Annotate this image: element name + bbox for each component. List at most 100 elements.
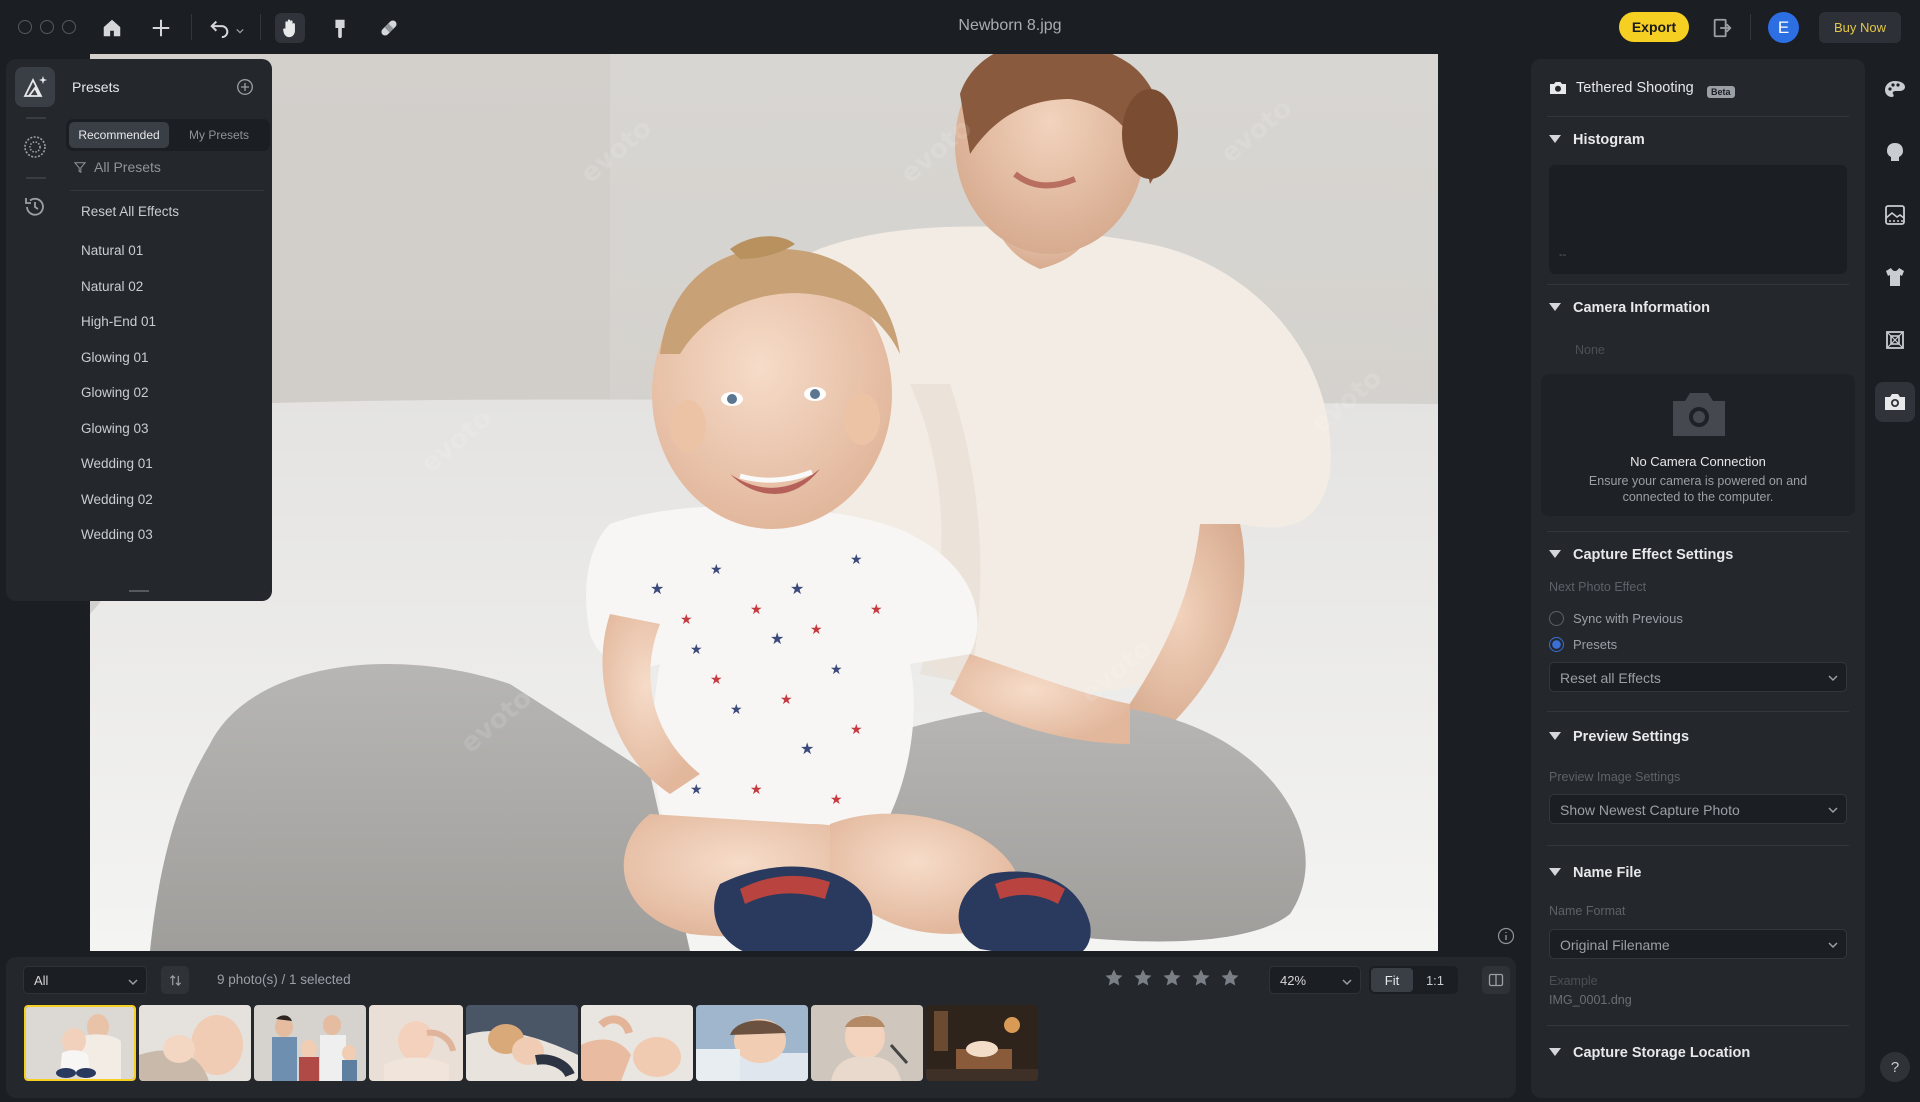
preset-item[interactable]: Natural 02 bbox=[81, 279, 143, 294]
preset-item[interactable]: Wedding 03 bbox=[81, 527, 153, 542]
star-icon[interactable] bbox=[1162, 968, 1182, 988]
preset-item[interactable]: Glowing 01 bbox=[81, 350, 149, 365]
preview-settings-title: Preview Settings bbox=[1573, 729, 1690, 745]
help-button[interactable]: ? bbox=[1880, 1052, 1910, 1082]
svg-text:★: ★ bbox=[830, 661, 843, 677]
triangle-down-icon bbox=[1549, 303, 1561, 311]
home-button[interactable] bbox=[97, 13, 127, 43]
main-photo[interactable]: ★ ★ ★ ★ ★ ★ ★ ★ ★ ★ ★ ★ ★ ★ ★ ★ ★ ★ ★ evoto evoto evoto e bbox=[90, 54, 1438, 951]
thumbnail[interactable] bbox=[696, 1005, 808, 1081]
svg-text:★: ★ bbox=[850, 551, 863, 567]
info-icon[interactable] bbox=[1497, 927, 1515, 945]
thumbnail-selected[interactable] bbox=[24, 1005, 136, 1081]
star-icon[interactable] bbox=[1220, 968, 1240, 988]
camera-info-value: None bbox=[1575, 343, 1605, 357]
svg-text:★: ★ bbox=[690, 781, 703, 797]
preview-image-label: Preview Image Settings bbox=[1549, 770, 1681, 784]
name-format-select[interactable]: Original Filename bbox=[1549, 929, 1847, 959]
panel-resize-handle[interactable] bbox=[129, 590, 149, 592]
presets-title: Presets bbox=[72, 79, 120, 95]
radio-presets[interactable] bbox=[1549, 637, 1564, 652]
svg-text:★: ★ bbox=[690, 641, 703, 657]
crop-tool-button[interactable] bbox=[1875, 320, 1915, 360]
thumbnail[interactable] bbox=[466, 1005, 578, 1081]
title-bar: Newborn 8.jpg Export E Buy Now bbox=[0, 0, 1920, 54]
close-window-button[interactable] bbox=[18, 20, 32, 34]
star-icon[interactable] bbox=[1133, 968, 1153, 988]
presets-tool-button[interactable] bbox=[15, 67, 55, 107]
window-title: Newborn 8.jpg bbox=[958, 17, 1062, 34]
preset-item[interactable]: Glowing 03 bbox=[81, 421, 149, 436]
svg-text:★: ★ bbox=[870, 601, 883, 617]
zoom-window-button[interactable] bbox=[62, 20, 76, 34]
photo-filter-select[interactable]: All bbox=[23, 966, 147, 994]
brush-tool-button[interactable] bbox=[325, 13, 355, 43]
sort-button[interactable] bbox=[161, 966, 189, 994]
tab-my-presets[interactable]: My Presets bbox=[171, 122, 267, 148]
zoom-select[interactable]: 42% bbox=[1269, 966, 1361, 994]
tethered-shooting-panel: Tethered Shooting Beta Histogram -- Came… bbox=[1531, 59, 1865, 1098]
preset-item[interactable]: Glowing 02 bbox=[81, 385, 149, 400]
preview-select[interactable]: Show Newest Capture Photo bbox=[1549, 794, 1847, 824]
export-to-button[interactable] bbox=[1707, 13, 1737, 43]
storage-location-header[interactable] bbox=[1549, 1048, 1561, 1056]
background-tool-button[interactable] bbox=[1875, 195, 1915, 235]
preview-select-value: Show Newest Capture Photo bbox=[1560, 802, 1740, 818]
histogram-header[interactable] bbox=[1549, 135, 1561, 143]
avatar[interactable]: E bbox=[1768, 12, 1799, 43]
camera-large-icon bbox=[1670, 389, 1728, 439]
thumbnail[interactable] bbox=[254, 1005, 366, 1081]
thumbnail[interactable] bbox=[369, 1005, 463, 1081]
color-tool-button[interactable] bbox=[1875, 70, 1915, 110]
add-button[interactable] bbox=[146, 13, 176, 43]
buy-now-button[interactable]: Buy Now bbox=[1819, 12, 1901, 43]
thumbnail[interactable] bbox=[811, 1005, 923, 1081]
add-preset-button[interactable] bbox=[236, 78, 254, 96]
thumbnail[interactable] bbox=[581, 1005, 693, 1081]
thumbnail[interactable] bbox=[926, 1005, 1038, 1081]
camera-info-header[interactable] bbox=[1549, 303, 1561, 311]
export-button[interactable]: Export bbox=[1619, 12, 1689, 42]
undo-button[interactable] bbox=[205, 13, 235, 43]
compare-view-button[interactable] bbox=[1482, 966, 1510, 994]
clothing-tool-button[interactable] bbox=[1875, 257, 1915, 297]
capture-effect-header[interactable] bbox=[1549, 550, 1561, 558]
preset-item[interactable]: Wedding 01 bbox=[81, 456, 153, 471]
preset-item[interactable]: Wedding 02 bbox=[81, 492, 153, 507]
one-to-one-button[interactable]: 1:1 bbox=[1415, 968, 1455, 992]
adjust-tool-button[interactable] bbox=[15, 127, 55, 167]
preset-item[interactable]: High-End 01 bbox=[81, 314, 156, 329]
minimize-window-button[interactable] bbox=[40, 20, 54, 34]
preset-filter[interactable]: All Presets bbox=[74, 159, 161, 175]
triangle-down-icon bbox=[1549, 868, 1561, 876]
fit-button[interactable]: Fit bbox=[1371, 968, 1413, 992]
hand-tool-button[interactable] bbox=[275, 13, 305, 43]
hand-icon bbox=[283, 19, 295, 38]
chevron-down-icon bbox=[1828, 675, 1838, 682]
svg-text:★: ★ bbox=[750, 781, 763, 797]
histogram: -- bbox=[1549, 165, 1847, 274]
filter-icon bbox=[74, 162, 86, 173]
thumbnail[interactable] bbox=[139, 1005, 251, 1081]
triangle-down-icon bbox=[1549, 135, 1561, 143]
history-tool-button[interactable] bbox=[15, 187, 55, 227]
camera-icon bbox=[1549, 80, 1567, 96]
preview-settings-header[interactable] bbox=[1549, 732, 1561, 740]
healing-tool-button[interactable] bbox=[374, 13, 404, 43]
preset-item-reset[interactable]: Reset All Effects bbox=[81, 204, 179, 219]
name-format-value: Original Filename bbox=[1560, 937, 1670, 953]
undo-chevron-down-icon[interactable] bbox=[236, 22, 244, 34]
effect-select[interactable]: Reset all Effects bbox=[1549, 662, 1847, 692]
tab-recommended[interactable]: Recommended bbox=[69, 122, 169, 148]
palette-icon bbox=[1885, 81, 1905, 97]
tethered-shooting-button[interactable] bbox=[1875, 382, 1915, 422]
portrait-tool-button[interactable] bbox=[1875, 132, 1915, 172]
star-icon[interactable] bbox=[1191, 968, 1211, 988]
svg-text:★: ★ bbox=[730, 701, 743, 717]
plus-circle-icon bbox=[237, 79, 253, 95]
preset-item[interactable]: Natural 01 bbox=[81, 243, 143, 258]
star-icon[interactable] bbox=[1104, 968, 1124, 988]
radio-sync-with-previous[interactable] bbox=[1549, 611, 1564, 626]
name-file-header[interactable] bbox=[1549, 868, 1561, 876]
triangle-down-icon bbox=[1549, 550, 1561, 558]
